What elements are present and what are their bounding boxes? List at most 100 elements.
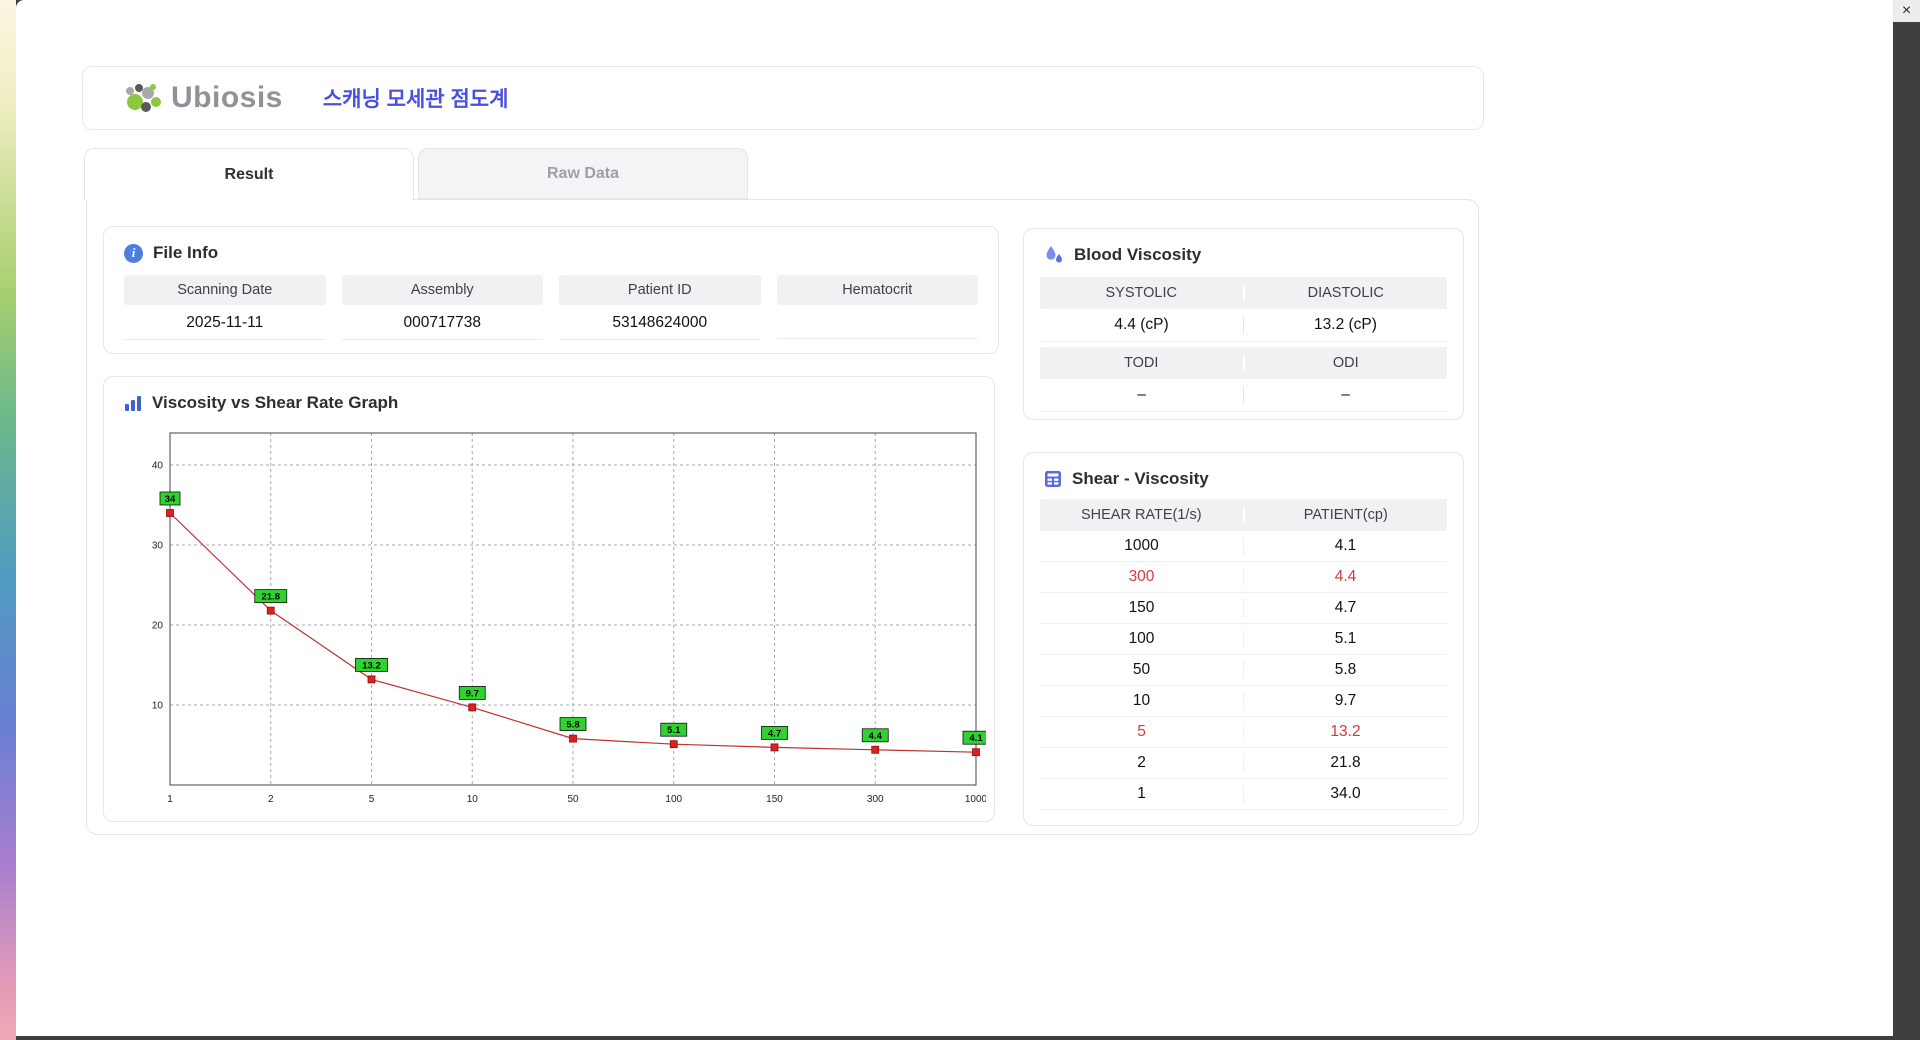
blood-viscosity-table: SYSTOLIC DIASTOLIC 4.4 (cP) 13.2 (cP) TO… [1024, 265, 1463, 412]
result-panel: i File Info Scanning Date 2025-11-11 Ass… [86, 199, 1479, 835]
svg-text:40: 40 [152, 461, 164, 472]
sv-patient: 4.4 [1244, 568, 1447, 586]
titlebar-close-area: × [1893, 0, 1920, 22]
page-title: 스캐닝 모세관 점도계 [323, 83, 509, 113]
svg-text:5.8: 5.8 [566, 720, 579, 731]
droplets-icon [1044, 245, 1064, 265]
desktop-edge-right [1893, 0, 1920, 1040]
svg-text:1000: 1000 [965, 794, 986, 805]
table-row: 300 4.4 [1040, 562, 1447, 593]
viscosity-chart: 10203040125105010015030010003421.813.29.… [130, 425, 994, 818]
bv-label-odi: ODI [1245, 355, 1448, 371]
sv-patient: 5.1 [1244, 630, 1447, 648]
close-button[interactable]: × [1902, 3, 1911, 19]
tab-result[interactable]: Result [84, 148, 414, 200]
file-info-field: Hematocrit [777, 275, 979, 340]
svg-text:1: 1 [167, 794, 173, 805]
bv-value-systolic: 4.4 (cP) [1040, 316, 1244, 334]
field-value: 000717738 [342, 305, 544, 340]
graph-header: Viscosity vs Shear Rate Graph [104, 377, 994, 413]
sv-shear: 50 [1040, 661, 1244, 679]
bv-value-row: – – [1040, 379, 1447, 412]
svg-text:50: 50 [567, 794, 579, 805]
sv-shear: 150 [1040, 599, 1244, 617]
table-row: 10 9.7 [1040, 686, 1447, 717]
file-info-field: Patient ID 53148624000 [559, 275, 761, 340]
tab-raw-data[interactable]: Raw Data [418, 148, 748, 199]
bar-chart-icon [124, 394, 142, 412]
table-row: 5 13.2 [1040, 717, 1447, 748]
app-window: Ubiosis 스캐닝 모세관 점도계 Result Raw Data i Fi… [16, 0, 1893, 1036]
shear-viscosity-title: Shear - Viscosity [1072, 469, 1209, 489]
svg-text:4.4: 4.4 [869, 731, 883, 742]
svg-text:300: 300 [867, 794, 884, 805]
svg-text:34: 34 [165, 494, 176, 505]
svg-text:10: 10 [152, 701, 164, 712]
svg-text:21.8: 21.8 [262, 592, 281, 603]
bv-label-diastolic: DIASTOLIC [1245, 285, 1448, 301]
blood-viscosity-header: Blood Viscosity [1024, 229, 1463, 265]
field-value [777, 305, 979, 339]
svg-text:30: 30 [152, 541, 164, 552]
graph-title: Viscosity vs Shear Rate Graph [152, 393, 398, 413]
bv-value-row: 4.4 (cP) 13.2 (cP) [1040, 309, 1447, 342]
desktop-wallpaper-edge [0, 0, 16, 1040]
tab-bar: Result Raw Data [84, 148, 748, 199]
table-row: 50 5.8 [1040, 655, 1447, 686]
sv-patient: 4.1 [1244, 537, 1447, 555]
svg-text:150: 150 [766, 794, 783, 805]
bv-value-todi: – [1040, 386, 1244, 404]
bv-value-diastolic: 13.2 (cP) [1244, 316, 1447, 334]
svg-text:5.1: 5.1 [667, 725, 681, 736]
table-grid-icon [1044, 470, 1062, 488]
svg-text:2: 2 [268, 794, 274, 805]
shear-viscosity-header: Shear - Viscosity [1024, 453, 1463, 489]
shear-viscosity-table: SHEAR RATE(1/s) PATIENT(cp) 1000 4.1 300… [1040, 499, 1447, 810]
table-row: 1000 4.1 [1040, 531, 1447, 562]
sv-shear: 2 [1040, 754, 1244, 772]
info-icon: i [124, 244, 143, 263]
file-info-grid: Scanning Date 2025-11-11 Assembly 000717… [104, 263, 998, 340]
file-info-field: Assembly 000717738 [342, 275, 544, 340]
graph-card: Viscosity vs Shear Rate Graph 10 20 30 40 1 2… [103, 376, 995, 822]
sv-patient: 5.8 [1244, 661, 1447, 679]
app-header: Ubiosis 스캐닝 모세관 점도계 [82, 66, 1484, 130]
viscosity-chart-svg: 10203040125105010015030010003421.813.29.… [130, 425, 986, 813]
field-label: Patient ID [559, 275, 761, 305]
logo-dots-icon [123, 79, 165, 117]
bv-label-todi: TODI [1040, 355, 1245, 371]
sv-patient: 34.0 [1244, 785, 1447, 803]
blood-viscosity-title: Blood Viscosity [1074, 245, 1201, 265]
field-label: Scanning Date [124, 275, 326, 305]
sv-shear: 1000 [1040, 537, 1244, 555]
sv-col-shear-rate: SHEAR RATE(1/s) [1040, 507, 1245, 523]
svg-text:9.7: 9.7 [466, 688, 479, 699]
file-info-card: i File Info Scanning Date 2025-11-11 Ass… [103, 226, 999, 354]
bv-header-row: TODI ODI [1040, 347, 1447, 379]
svg-text:4.7: 4.7 [768, 728, 781, 739]
logo-text: Ubiosis [171, 81, 283, 115]
sv-shear: 10 [1040, 692, 1244, 710]
table-row: 150 4.7 [1040, 593, 1447, 624]
ubiosis-logo: Ubiosis [123, 79, 283, 117]
file-info-header: i File Info [104, 227, 998, 263]
field-label: Assembly [342, 275, 544, 305]
bv-value-odi: – [1244, 386, 1447, 404]
sv-shear: 1 [1040, 785, 1244, 803]
blood-viscosity-card: Blood Viscosity SYSTOLIC DIASTOLIC 4.4 (… [1023, 228, 1464, 420]
table-row: 2 21.8 [1040, 748, 1447, 779]
bv-label-systolic: SYSTOLIC [1040, 285, 1245, 301]
svg-text:4.1: 4.1 [969, 733, 983, 744]
table-row: 100 5.1 [1040, 624, 1447, 655]
svg-text:5: 5 [369, 794, 375, 805]
svg-text:100: 100 [665, 794, 682, 805]
shear-viscosity-card: Shear - Viscosity SHEAR RATE(1/s) PATIEN… [1023, 452, 1464, 826]
sv-patient: 9.7 [1244, 692, 1447, 710]
sv-shear: 300 [1040, 568, 1244, 586]
svg-text:20: 20 [152, 621, 164, 632]
sv-shear: 100 [1040, 630, 1244, 648]
sv-shear: 5 [1040, 723, 1244, 741]
field-label: Hematocrit [777, 275, 979, 305]
sv-patient: 13.2 [1244, 723, 1447, 741]
table-row: 1 34.0 [1040, 779, 1447, 810]
